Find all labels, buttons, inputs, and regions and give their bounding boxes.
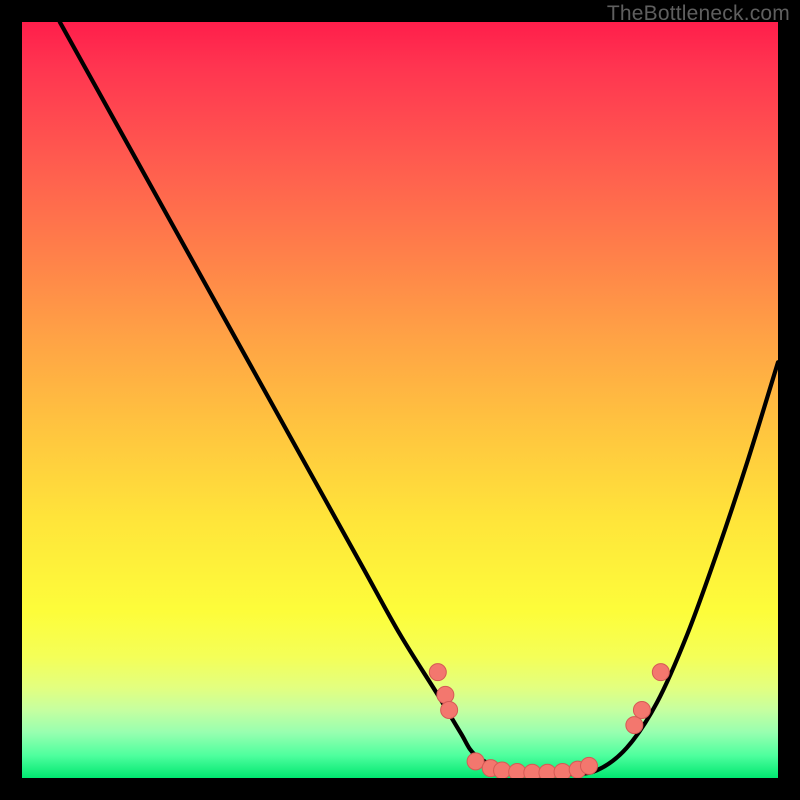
watermark-text: TheBottleneck.com — [607, 2, 790, 26]
bottleneck-curve — [22, 22, 778, 778]
curve-markers — [429, 664, 669, 778]
curve-marker — [633, 701, 650, 718]
curve-marker — [494, 762, 511, 778]
curve-marker — [652, 664, 669, 681]
curve-marker — [626, 717, 643, 734]
chart-frame: TheBottleneck.com — [0, 0, 800, 800]
curve-marker — [524, 764, 541, 778]
curve-marker — [539, 764, 556, 778]
curve-marker — [429, 664, 446, 681]
curve-line — [60, 22, 778, 775]
curve-marker — [581, 757, 598, 774]
curve-marker — [467, 753, 484, 770]
curve-marker — [554, 763, 571, 778]
plot-area — [22, 22, 778, 778]
curve-marker — [437, 686, 454, 703]
curve-marker — [441, 701, 458, 718]
curve-marker — [509, 763, 526, 778]
